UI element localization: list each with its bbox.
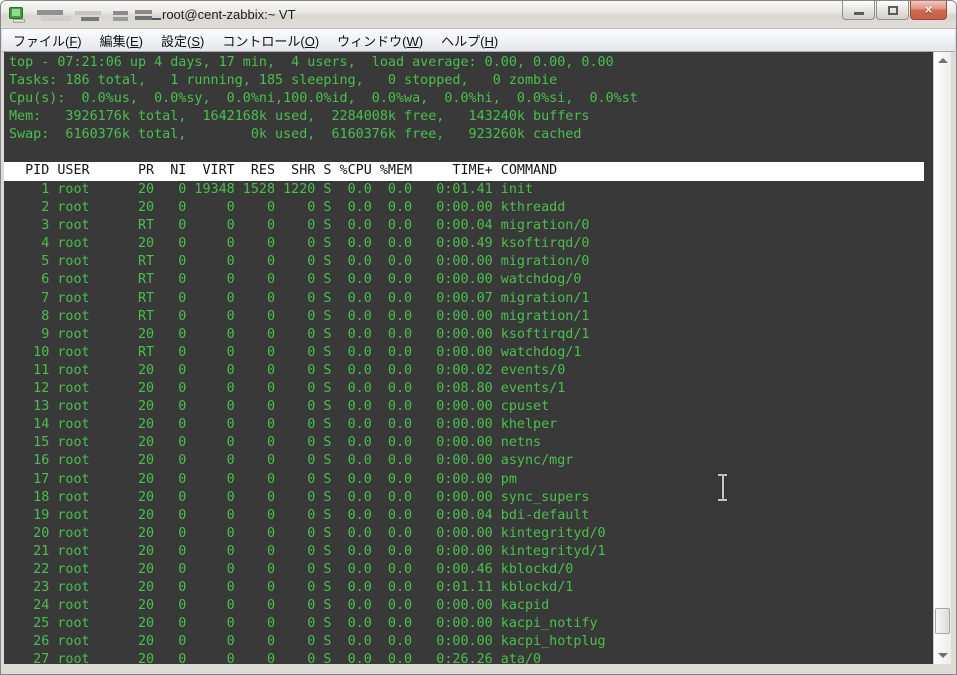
- window-title: root@cent-zabbix:~ VT: [162, 7, 296, 22]
- text-cursor-icon: [716, 473, 729, 502]
- menu-item-window[interactable]: ウィンドウ(W): [328, 28, 432, 53]
- maximize-button[interactable]: [876, 1, 909, 20]
- menubar: ファイル(F) 編集(E) 設定(S) コントロール(O) ウィンドウ(W) ヘルプ(H): [2, 29, 955, 52]
- window-controls: ×: [842, 1, 947, 20]
- minimize-icon: [854, 12, 864, 15]
- titlebar[interactable]: root@cent-zabbix:~ VT ×: [1, 1, 956, 29]
- arrow-down-icon: [938, 653, 948, 658]
- process-list: 1 root 20 0 19348 1528 1220 S 0.0 0.0 0:…: [33, 182, 606, 664]
- scroll-up-button[interactable]: [934, 52, 952, 69]
- teraterm-app-icon: [9, 7, 26, 23]
- scroll-down-button[interactable]: [934, 647, 952, 664]
- arrow-up-icon: [938, 58, 948, 63]
- vertical-scrollbar[interactable]: [933, 52, 951, 664]
- top-summary: top - 07:21:06 up 4 days, 17 min, 4 user…: [9, 55, 638, 143]
- close-icon: ×: [924, 2, 933, 17]
- menu-item-help[interactable]: ヘルプ(H): [432, 28, 507, 53]
- menu-item-setup[interactable]: 設定(S): [152, 28, 213, 53]
- terminal-window: root@cent-zabbix:~ VT × ファイル(F) 編集(E) 設定(S…: [0, 0, 957, 675]
- scrollbar-thumb[interactable]: [935, 608, 950, 634]
- process-table-header: PID USER PR NI VIRT RES SHR S %CPU %MEM …: [4, 162, 924, 181]
- minimize-button[interactable]: [842, 1, 875, 20]
- terminal-screen[interactable]: top - 07:21:06 up 4 days, 17 min, 4 user…: [4, 52, 933, 664]
- menu-item-edit[interactable]: 編集(E): [91, 28, 152, 53]
- maximize-icon: [888, 6, 898, 15]
- menu-item-control[interactable]: コントロール(O): [213, 28, 328, 53]
- menu-item-file[interactable]: ファイル(F): [4, 28, 91, 53]
- close-button[interactable]: ×: [910, 1, 947, 20]
- redacted-session-info: [37, 9, 161, 22]
- process-table-header-text: PID USER PR NI VIRT RES SHR S %CPU %MEM …: [9, 163, 558, 178]
